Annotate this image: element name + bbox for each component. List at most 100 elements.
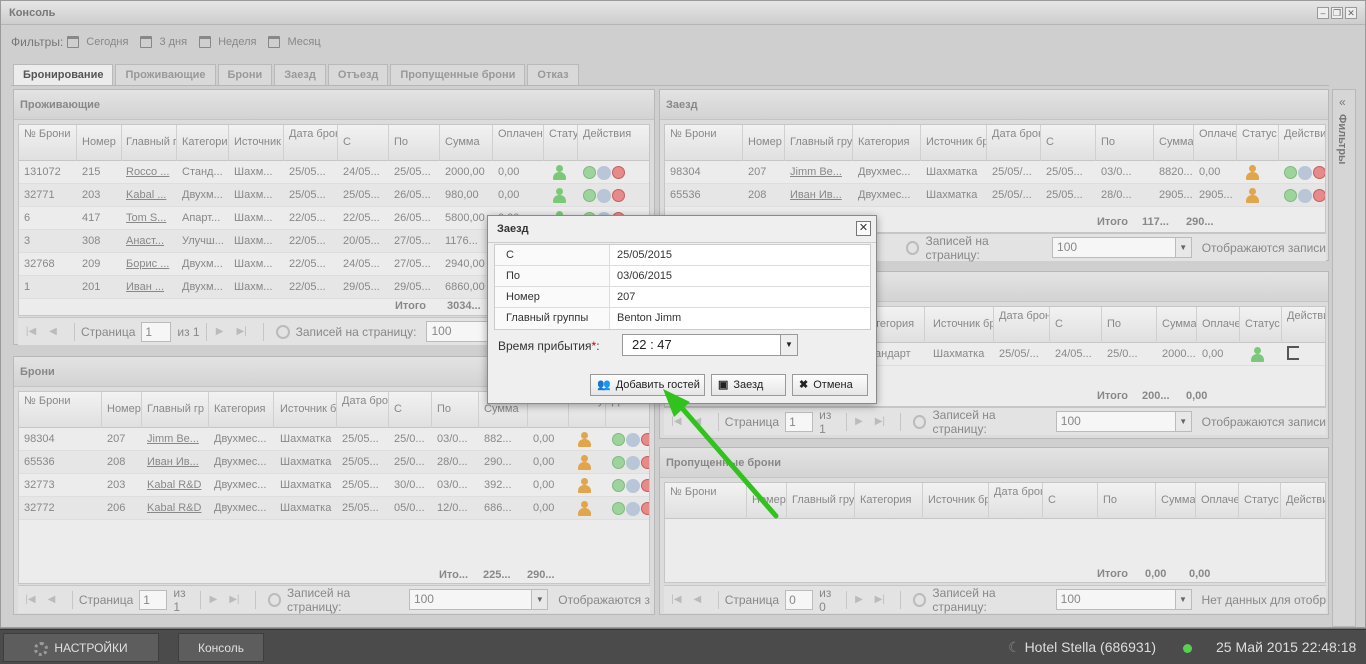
column-header[interactable]: Категория: [853, 125, 921, 161]
minimize-icon[interactable]: –: [1317, 7, 1329, 19]
column-header[interactable]: С: [1041, 125, 1096, 161]
tab-checkout[interactable]: Отъезд: [327, 64, 389, 85]
column-header[interactable]: Главный г: [121, 125, 177, 161]
column-header[interactable]: По: [432, 392, 479, 428]
refresh-icon[interactable]: [913, 414, 927, 429]
column-header[interactable]: По: [1098, 483, 1156, 519]
last-page-icon[interactable]: ▶|: [235, 326, 249, 338]
filter-today[interactable]: Сегодня: [67, 36, 128, 48]
add-guest-icon[interactable]: [626, 456, 640, 470]
column-header[interactable]: По: [1096, 125, 1154, 161]
table-cell[interactable]: Иван ...: [121, 276, 177, 299]
restore-icon[interactable]: ❐: [1331, 7, 1343, 19]
last-page-icon[interactable]: ▶|: [873, 416, 886, 428]
column-header[interactable]: Действия: [1282, 307, 1325, 343]
column-header[interactable]: № Брони: [19, 392, 102, 428]
last-page-icon[interactable]: ▶|: [228, 594, 241, 606]
first-page-icon[interactable]: |◀: [24, 594, 37, 606]
tab-living[interactable]: Проживающие: [115, 64, 216, 85]
table-cell[interactable]: Борис ...: [121, 253, 177, 276]
column-header[interactable]: С: [338, 125, 389, 161]
cancel-icon[interactable]: [612, 189, 625, 202]
column-header[interactable]: Категория: [209, 392, 274, 428]
console-button[interactable]: Консоль: [178, 633, 264, 662]
last-page-icon[interactable]: ▶|: [873, 594, 886, 606]
add-guest-icon[interactable]: [1298, 166, 1312, 180]
tab-refused[interactable]: Отказ: [527, 64, 579, 85]
per-page-select[interactable]: 100 ▼: [1052, 237, 1192, 258]
column-header[interactable]: Дата бронирования: [989, 483, 1043, 519]
cancel-icon[interactable]: [612, 166, 625, 179]
confirm-icon[interactable]: [612, 456, 625, 469]
column-header[interactable]: Дата бронирования: [987, 125, 1041, 161]
column-header[interactable]: № Брони: [19, 125, 77, 161]
confirm-icon[interactable]: [1284, 166, 1297, 179]
add-guest-icon[interactable]: [597, 189, 611, 203]
table-cell[interactable]: Kabal ...: [121, 184, 177, 207]
table-cell[interactable]: Иван Ив...: [785, 184, 853, 207]
column-header[interactable]: Номер: [747, 483, 787, 519]
next-page-icon[interactable]: ▶: [852, 594, 865, 606]
table-cell[interactable]: Tom S...: [121, 207, 177, 230]
checkin-button[interactable]: ▣ Заезд: [711, 374, 786, 396]
column-header[interactable]: С: [1043, 483, 1098, 519]
table-cell[interactable]: Иван Ив...: [142, 451, 209, 474]
column-header[interactable]: Главный гру: [787, 483, 855, 519]
confirm-icon[interactable]: [612, 502, 625, 515]
column-header[interactable]: Дата бронирования: [994, 307, 1050, 343]
column-header[interactable]: Действия: [1279, 125, 1325, 161]
column-header[interactable]: Источник бр: [923, 483, 989, 519]
table-cell[interactable]: Jimm Be...: [785, 161, 853, 184]
close-icon[interactable]: ✕: [856, 221, 871, 236]
column-header[interactable]: Сумма: [1157, 307, 1197, 343]
column-header[interactable]: Дата бронирования: [284, 125, 338, 161]
add-guest-icon[interactable]: [1298, 189, 1312, 203]
prev-page-icon[interactable]: ◀: [691, 594, 704, 606]
first-page-icon[interactable]: |◀: [24, 326, 38, 338]
column-header[interactable]: Статус: [544, 125, 578, 161]
filters-sidebar[interactable]: « Фильтры: [1332, 89, 1356, 627]
column-header[interactable]: Категория: [855, 483, 923, 519]
table-cell[interactable]: Kabal R&D: [142, 474, 209, 497]
page-input[interactable]: 1: [139, 589, 168, 610]
column-header[interactable]: Источник бр: [921, 125, 987, 161]
column-header[interactable]: № Брони: [665, 483, 747, 519]
refresh-icon[interactable]: [267, 592, 282, 607]
column-header[interactable]: Действия: [578, 125, 649, 161]
column-header[interactable]: Статус: [1240, 307, 1282, 343]
cancel-icon[interactable]: [1313, 189, 1325, 202]
column-header[interactable]: Источник бр: [928, 307, 994, 343]
next-page-icon[interactable]: ▶: [213, 326, 227, 338]
column-header[interactable]: По: [389, 125, 440, 161]
column-header[interactable]: Оплачено: [1194, 125, 1237, 161]
per-page-select[interactable]: 100 ▼: [408, 589, 549, 610]
first-page-icon[interactable]: |◀: [670, 594, 683, 606]
exit-icon[interactable]: [1287, 346, 1299, 360]
next-page-icon[interactable]: ▶: [207, 594, 220, 606]
column-header[interactable]: По: [1102, 307, 1157, 343]
column-header[interactable]: тегория: [870, 307, 925, 343]
arrival-time-select[interactable]: 22 : 47 ▼: [622, 334, 798, 356]
column-header[interactable]: Главный гр: [142, 392, 209, 428]
per-page-select[interactable]: 100 ▼: [1055, 411, 1192, 432]
column-header[interactable]: № Брони: [665, 125, 743, 161]
tab-booking[interactable]: Бронирование: [13, 64, 114, 85]
column-header[interactable]: Статус: [1237, 125, 1279, 161]
table-cell[interactable]: Rocco ...: [121, 161, 177, 184]
page-input[interactable]: 1: [141, 321, 172, 342]
table-cell[interactable]: Kabal R&D: [142, 497, 209, 520]
column-header[interactable]: Категория: [177, 125, 229, 161]
close-icon[interactable]: ✕: [1345, 7, 1357, 19]
filter-week[interactable]: Неделя: [199, 36, 256, 48]
confirm-icon[interactable]: [1284, 189, 1297, 202]
column-header[interactable]: Номер: [77, 125, 122, 161]
prev-page-icon[interactable]: ◀: [46, 326, 60, 338]
column-header[interactable]: Дата бронирования: [337, 392, 389, 428]
cancel-button[interactable]: ✖ Отмена: [792, 374, 868, 396]
column-header[interactable]: Источник б: [275, 392, 337, 428]
column-header[interactable]: Главный гру: [785, 125, 853, 161]
confirm-icon[interactable]: [583, 166, 596, 179]
tab-missed[interactable]: Пропущенные брони: [390, 64, 526, 85]
tab-checkin[interactable]: Заезд: [274, 64, 326, 85]
column-header[interactable]: Номер: [102, 392, 142, 428]
